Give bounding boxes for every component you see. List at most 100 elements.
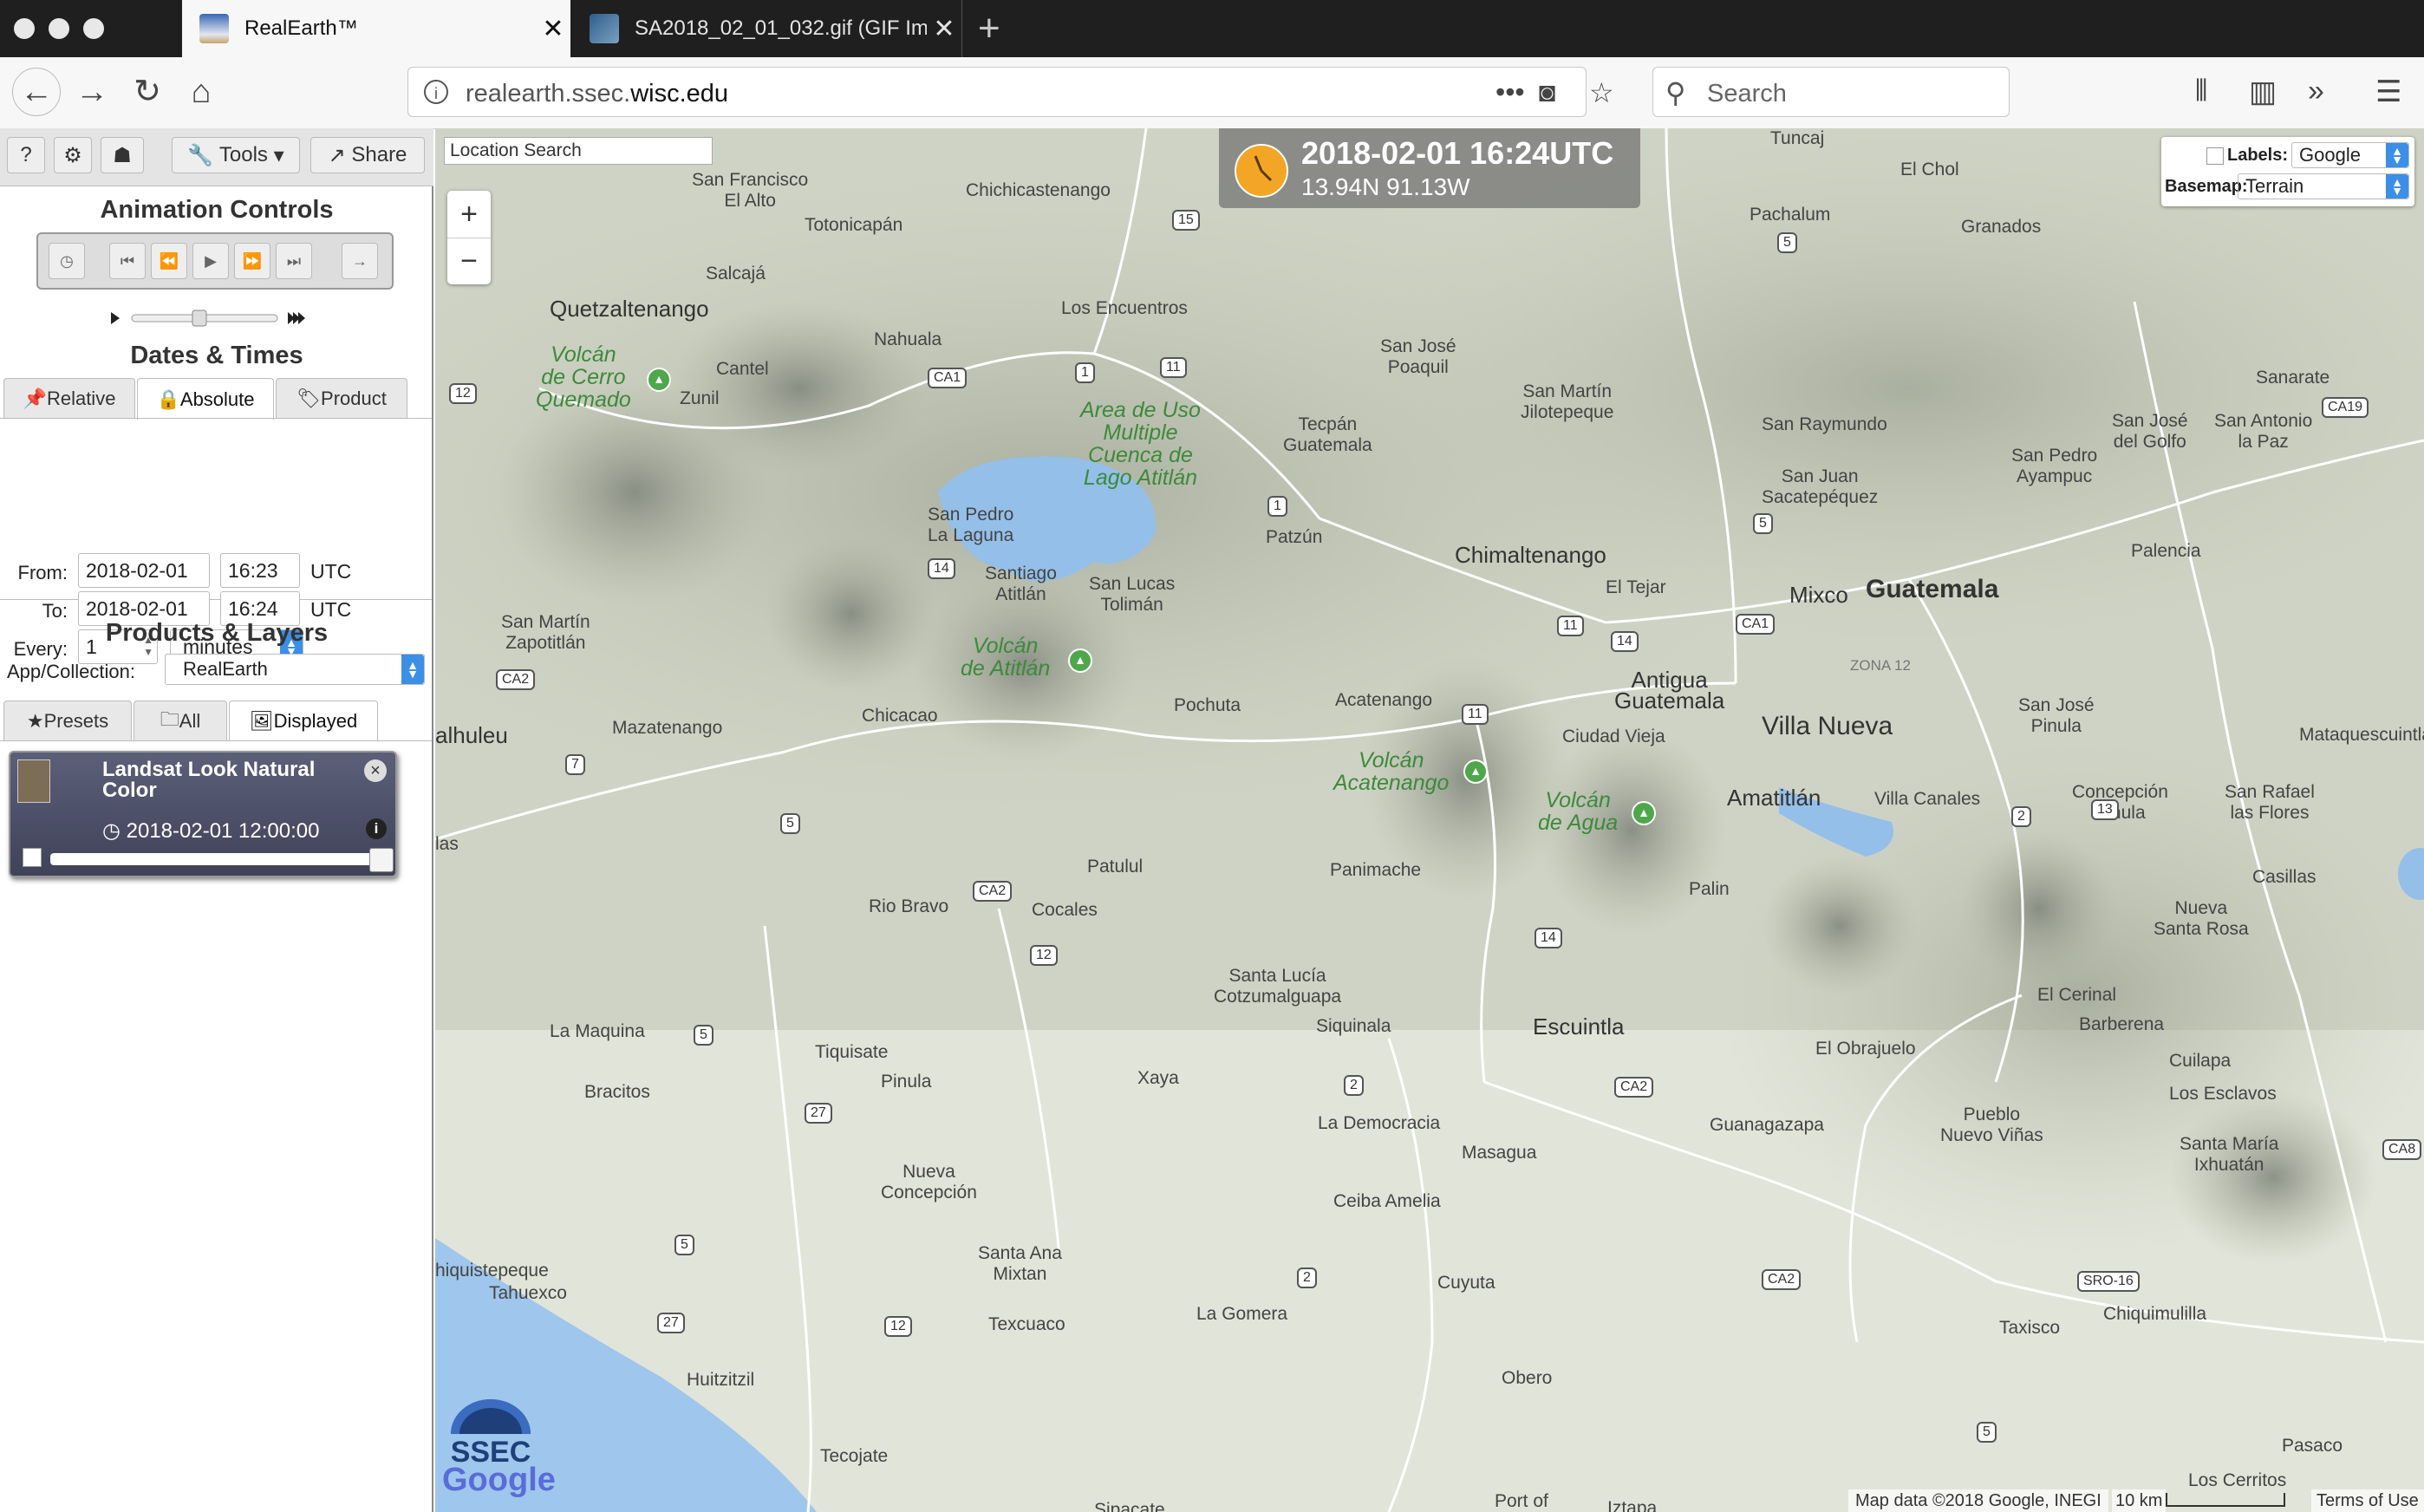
pocket-icon[interactable]: ◙: [1539, 76, 1555, 108]
place-label: Ciudad Vieja: [1562, 727, 1665, 746]
location-search-input[interactable]: Location Search: [444, 137, 713, 165]
road-shield: 2: [2011, 806, 2031, 827]
forward-arrow-icon[interactable]: →: [71, 71, 113, 113]
place-label: Mataquescuintla: [2299, 725, 2424, 745]
zoom-out-button[interactable]: −: [447, 238, 491, 284]
road-shield: CA2: [973, 881, 1013, 902]
road-shield: 12: [884, 1316, 912, 1337]
info-icon[interactable]: i: [424, 80, 448, 104]
place-label: Patzún: [1266, 527, 1323, 547]
map-view[interactable]: Tuncaj El Chol San Francisco El Alto Chi…: [435, 128, 2424, 1512]
first-frame-icon[interactable]: ⏮: [109, 243, 146, 279]
close-tab-icon[interactable]: ✕: [927, 14, 961, 44]
opacity-handle[interactable]: [369, 848, 394, 872]
labels-select[interactable]: Google ▲ ▼: [2291, 142, 2409, 168]
more-actions-icon[interactable]: •••: [1495, 76, 1525, 108]
road-shield: CA8: [2382, 1139, 2422, 1160]
tab-product[interactable]: 🏷 Product: [276, 378, 407, 418]
place-label: Amatitlán: [1727, 785, 1821, 811]
close-window-button[interactable]: [14, 18, 35, 39]
play-icon[interactable]: ▶: [192, 243, 229, 279]
zoom-control: + −: [447, 191, 491, 284]
road-shield: 11: [1462, 704, 1489, 725]
animation-speed-slider[interactable]: [109, 305, 317, 331]
user-button[interactable]: ☗: [101, 137, 144, 173]
home-icon[interactable]: ⌂: [180, 71, 222, 113]
place-label: Santa Lucía Cotzumalguapa: [1214, 966, 1342, 1007]
folder-icon: 🗀: [160, 707, 179, 730]
url-text[interactable]: realearth.ssec.wisc.edu: [466, 80, 728, 108]
place-label: Bracitos: [584, 1082, 650, 1102]
back-arrow-icon[interactable]: ←: [12, 68, 61, 116]
road-shield: 5: [1977, 1422, 1997, 1443]
place-label: Cuilapa: [2169, 1051, 2232, 1071]
app-collection-select[interactable]: RealEarth ▲ ▼: [165, 654, 425, 685]
road-shield: 2: [1297, 1268, 1317, 1288]
reload-icon[interactable]: ↻: [127, 71, 168, 113]
from-time-input[interactable]: 16:23: [220, 553, 300, 588]
bookmark-star-icon[interactable]: ☆: [1589, 76, 1614, 109]
app-collection-value: RealEarth: [183, 658, 268, 680]
share-button[interactable]: ↗ Share: [310, 137, 425, 173]
road-shield: 5: [674, 1235, 694, 1255]
layer-card[interactable]: Landsat Look Natural Color × ◷ 2018-02-0…: [9, 751, 397, 877]
overflow-chevron-icon[interactable]: »: [2308, 75, 2324, 108]
rewind-icon[interactable]: ⏪: [151, 243, 187, 279]
menu-icon[interactable]: ☰: [2375, 75, 2401, 109]
place-label: Tecpán Guatemala: [1283, 414, 1372, 455]
animation-toolbar: ◷ ⏮ ⏪ ▶ ⏩ ⏭ →: [36, 232, 394, 290]
place-label: hiquistepeque: [435, 1261, 549, 1281]
remove-layer-icon[interactable]: ×: [364, 759, 387, 782]
tab-all[interactable]: 🗀 All: [134, 701, 227, 740]
close-tab-icon[interactable]: ✕: [536, 14, 570, 44]
google-logo[interactable]: Google: [442, 1462, 556, 1499]
next-arrow-icon[interactable]: →: [342, 243, 378, 279]
place-label: Salcajá: [706, 264, 766, 284]
search-bar[interactable]: ⚲ Search: [1652, 67, 2010, 117]
place-label: Nahuala: [874, 329, 942, 349]
fast-forward-icon[interactable]: ⏩: [234, 243, 270, 279]
sidebar-icon[interactable]: ▥: [2249, 75, 2277, 109]
map-attribution[interactable]: Map data ©2018 Google, INEGI: [1848, 1489, 2108, 1512]
road-shield: 2: [1344, 1075, 1364, 1096]
place-label: Masagua: [1462, 1143, 1537, 1163]
loop-clock-icon[interactable]: ◷: [49, 243, 85, 279]
speed-handle[interactable]: [192, 310, 207, 327]
tab-presets[interactable]: ★ Presets: [3, 701, 132, 740]
road-shield: CA1: [1736, 614, 1776, 635]
layer-opacity-slider[interactable]: [50, 848, 394, 872]
minimize-window-button[interactable]: [49, 18, 69, 39]
terms-of-use-link[interactable]: Terms of Use: [2311, 1489, 2424, 1512]
share-icon: ↗: [328, 143, 352, 167]
gif-favicon-icon: [590, 14, 619, 43]
tab-relative[interactable]: 📌 Relative: [3, 378, 135, 418]
tools-button[interactable]: 🔧 Tools ▾: [172, 137, 300, 173]
help-button[interactable]: ?: [7, 137, 45, 173]
basemap-select[interactable]: Terrain ▲ ▼: [2238, 173, 2409, 199]
zoom-window-button[interactable]: [83, 18, 104, 39]
layer-info-icon[interactable]: i: [366, 818, 387, 839]
place-label: San Juan Sacatepéquez: [1762, 466, 1879, 507]
ssec-logo[interactable]: SSEC: [444, 1398, 538, 1465]
labels-checkbox[interactable]: [2206, 147, 2224, 165]
url-bar[interactable]: i realearth.ssec.wisc.edu ••• ◙ ☆: [407, 67, 1614, 117]
tab-realearth[interactable]: RealEarth™ ✕: [182, 0, 570, 57]
layer-time: ◷ 2018-02-01 12:00:00: [102, 818, 319, 844]
zoom-in-button[interactable]: +: [447, 191, 491, 238]
divider: [0, 740, 432, 741]
settings-button[interactable]: ⚙: [54, 137, 92, 173]
park-label: Volcán Acatenango: [1333, 748, 1450, 795]
layer-visibility-checkbox[interactable]: [23, 848, 42, 867]
library-icon[interactable]: ⫴: [2195, 75, 2207, 108]
app-collection-label: App/Collection:: [7, 661, 135, 682]
from-date-input[interactable]: 2018-02-01: [78, 553, 210, 588]
road-shield: 14: [1611, 631, 1639, 652]
tab-absolute[interactable]: 🔒 Absolute: [137, 378, 274, 420]
tab-displayed[interactable]: 🖼 Displayed: [229, 701, 378, 740]
place-label: Quetzaltenango: [550, 296, 709, 322]
place-label: San Martín Jilotepeque: [1521, 381, 1614, 422]
last-frame-icon[interactable]: ⏭: [276, 243, 312, 279]
tab-gif-image[interactable]: SA2018_02_01_032.gif (GIF Ima ✕: [572, 0, 962, 57]
new-tab-icon[interactable]: +: [978, 7, 1000, 50]
search-icon: ⚲: [1665, 77, 1686, 108]
